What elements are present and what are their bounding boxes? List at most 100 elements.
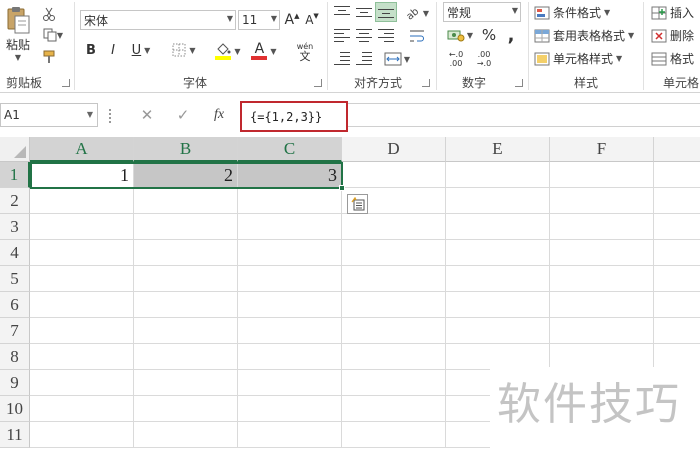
cell-f6[interactable] xyxy=(550,292,654,318)
cell-a8[interactable] xyxy=(30,344,134,370)
cell-f7[interactable] xyxy=(550,318,654,344)
cell-b8[interactable] xyxy=(134,344,238,370)
select-all-button[interactable] xyxy=(0,137,30,162)
row-header-7[interactable]: 7 xyxy=(0,318,30,344)
bold-button[interactable]: B xyxy=(82,40,100,60)
cell-d10[interactable] xyxy=(342,396,446,422)
align-left-icon[interactable] xyxy=(334,28,350,42)
cell-e1[interactable] xyxy=(446,162,550,188)
font-name-combo[interactable]: 宋体 ▼ xyxy=(80,10,236,30)
cell-g7[interactable] xyxy=(654,318,700,344)
cell-c11[interactable] xyxy=(238,422,342,448)
cell-e7[interactable] xyxy=(446,318,550,344)
align-bottom-button[interactable] xyxy=(375,2,397,22)
decrease-indent-icon[interactable] xyxy=(334,51,350,65)
cell-b5[interactable] xyxy=(134,266,238,292)
cell-a10[interactable] xyxy=(30,396,134,422)
align-middle-icon[interactable] xyxy=(356,5,372,19)
align-right-icon[interactable] xyxy=(378,28,394,42)
cell-a2[interactable] xyxy=(30,188,134,214)
row-header-10[interactable]: 10 xyxy=(0,396,30,422)
underline-button[interactable]: U ▼ xyxy=(126,40,156,60)
row-header-4[interactable]: 4 xyxy=(0,240,30,266)
enter-button[interactable]: ✓ xyxy=(170,103,196,127)
cell-b10[interactable] xyxy=(134,396,238,422)
cell-d7[interactable] xyxy=(342,318,446,344)
cell-a5[interactable] xyxy=(30,266,134,292)
cell-d11[interactable] xyxy=(342,422,446,448)
cell-e3[interactable] xyxy=(446,214,550,240)
shrink-font-button[interactable]: A ▼ xyxy=(303,10,321,30)
accounting-button[interactable]: ▼ xyxy=(444,25,476,45)
column-header-c[interactable]: C xyxy=(238,137,342,162)
cell-c7[interactable] xyxy=(238,318,342,344)
cell-c10[interactable] xyxy=(238,396,342,422)
cell-a6[interactable] xyxy=(30,292,134,318)
cell-c9[interactable] xyxy=(238,370,342,396)
cell-c1[interactable]: 3 xyxy=(238,162,342,188)
increase-decimal-button[interactable]: ←.0 .00 xyxy=(444,48,468,70)
cell-b9[interactable] xyxy=(134,370,238,396)
column-header-b[interactable]: B xyxy=(134,137,238,162)
phonetic-button[interactable]: wén 文 xyxy=(290,40,320,64)
format-as-table-button[interactable]: 套用表格格式 ▼ xyxy=(534,27,634,44)
column-header-d[interactable]: D xyxy=(342,137,446,162)
cell-g1[interactable] xyxy=(654,162,700,188)
percent-button[interactable]: % xyxy=(480,25,498,45)
cell-d1[interactable] xyxy=(342,162,446,188)
cell-f5[interactable] xyxy=(550,266,654,292)
fill-handle[interactable] xyxy=(339,185,345,191)
cell-f1[interactable] xyxy=(550,162,654,188)
column-header-e[interactable]: E xyxy=(446,137,550,162)
cell-b6[interactable] xyxy=(134,292,238,318)
cell-a4[interactable] xyxy=(30,240,134,266)
cell-e6[interactable] xyxy=(446,292,550,318)
wrap-text-button[interactable] xyxy=(402,27,432,45)
cell-c6[interactable] xyxy=(238,292,342,318)
cell-c3[interactable] xyxy=(238,214,342,240)
number-format-combo[interactable]: 常规 ▼ xyxy=(443,2,521,22)
row-header-2[interactable]: 2 xyxy=(0,188,30,214)
cell-b4[interactable] xyxy=(134,240,238,266)
font-launcher-icon[interactable] xyxy=(314,79,322,87)
formula-input[interactable]: {={1,2,3}} xyxy=(240,101,348,132)
quick-analysis-button[interactable] xyxy=(347,194,368,214)
cell-c2[interactable] xyxy=(238,188,342,214)
row-header-5[interactable]: 5 xyxy=(0,266,30,292)
cell-e5[interactable] xyxy=(446,266,550,292)
italic-button[interactable]: I xyxy=(104,40,122,60)
cell-e4[interactable] xyxy=(446,240,550,266)
insert-function-button[interactable]: fx xyxy=(206,103,232,127)
cell-e2[interactable] xyxy=(446,188,550,214)
cell-c4[interactable] xyxy=(238,240,342,266)
cell-g2[interactable] xyxy=(654,188,700,214)
font-color-button[interactable]: A ▼ xyxy=(249,40,279,62)
cell-b3[interactable] xyxy=(134,214,238,240)
column-header-a[interactable]: A xyxy=(30,137,134,162)
grow-font-button[interactable]: A ▲ xyxy=(283,10,301,30)
cell-b1[interactable]: 2 xyxy=(134,162,238,188)
cell-a7[interactable] xyxy=(30,318,134,344)
cell-a1[interactable]: 1 xyxy=(30,162,134,188)
row-header-3[interactable]: 3 xyxy=(0,214,30,240)
cell-f4[interactable] xyxy=(550,240,654,266)
orientation-button[interactable]: ab ▼ xyxy=(402,3,432,23)
cell-a9[interactable] xyxy=(30,370,134,396)
increase-indent-icon[interactable] xyxy=(356,51,372,65)
cell-g5[interactable] xyxy=(654,266,700,292)
formula-bar-grip-icon[interactable] xyxy=(109,109,112,123)
column-header-g[interactable] xyxy=(654,137,700,162)
fill-color-button[interactable]: ▼ xyxy=(211,40,245,62)
cell-g3[interactable] xyxy=(654,214,700,240)
row-header-9[interactable]: 9 xyxy=(0,370,30,396)
insert-cells-button[interactable]: 插入 xyxy=(651,4,694,21)
cell-d3[interactable] xyxy=(342,214,446,240)
alignment-launcher-icon[interactable] xyxy=(422,79,430,87)
formula-input-extension[interactable] xyxy=(348,103,700,127)
cell-f2[interactable] xyxy=(550,188,654,214)
copy-button[interactable]: ▼ xyxy=(40,26,66,44)
cancel-button[interactable]: ✕ xyxy=(134,103,160,127)
cell-d5[interactable] xyxy=(342,266,446,292)
cell-f3[interactable] xyxy=(550,214,654,240)
cell-d9[interactable] xyxy=(342,370,446,396)
